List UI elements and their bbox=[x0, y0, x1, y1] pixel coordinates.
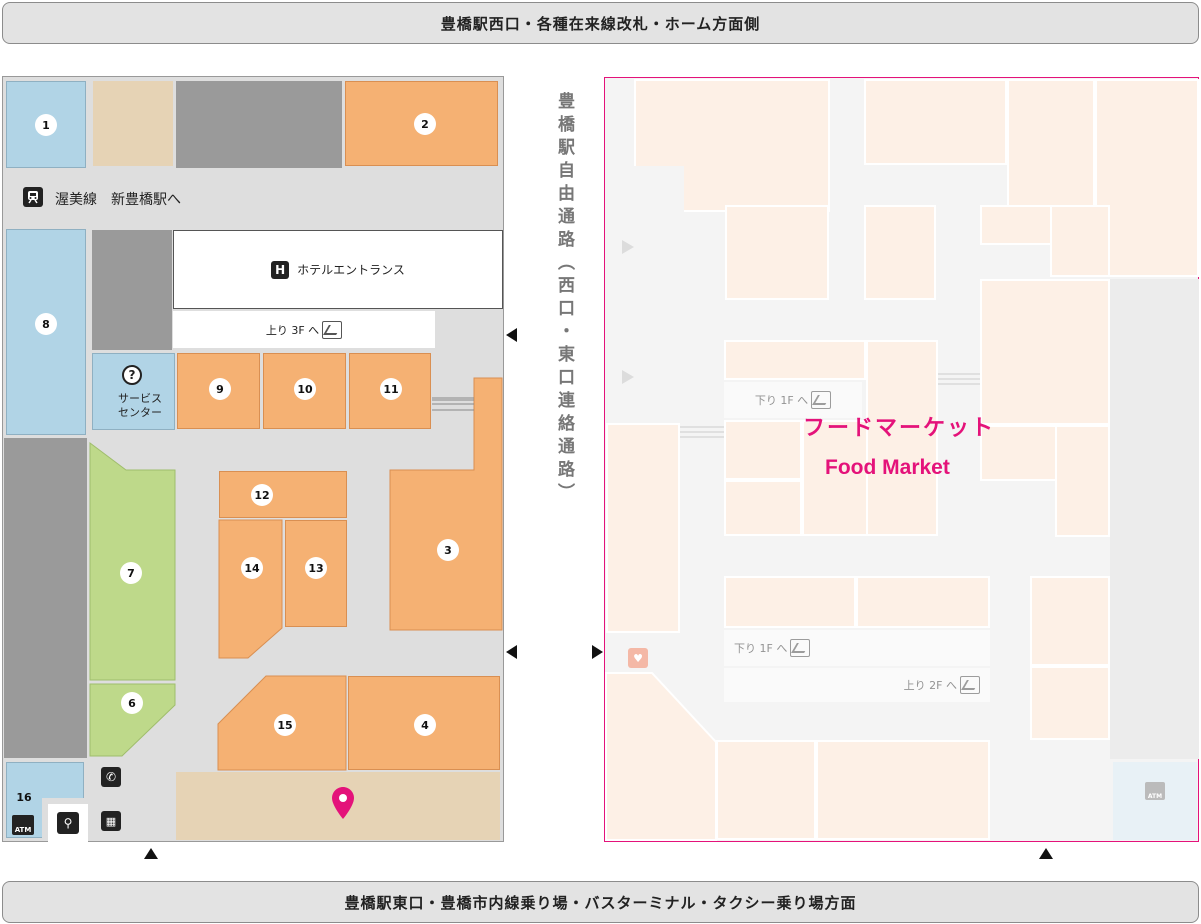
fm-atm-icon[interactable]: ATM bbox=[1145, 782, 1165, 800]
fm-escalator-down-1f-a-label: 下り 1F へ bbox=[754, 394, 809, 407]
escalator-icon bbox=[960, 676, 980, 694]
fm-shapes bbox=[605, 240, 980, 841]
fm-atm-area bbox=[1113, 762, 1197, 840]
bottom-arrow-right bbox=[1039, 848, 1053, 859]
fm-atm-label: ATM bbox=[1147, 793, 1163, 800]
escalator-icon bbox=[811, 391, 832, 409]
bottom-banner-label: 豊橋駅東口・豊橋市内線乗り場・バスターミナル・タクシー乗り場方面 bbox=[344, 893, 857, 912]
fm-escalator-down-1f-b-label: 下り 1F へ bbox=[734, 642, 788, 655]
food-market-title-en: Food Market bbox=[825, 456, 950, 479]
fm-escalator-up-2f-label: 上り 2F へ bbox=[903, 679, 957, 692]
aed-icon: ♥ bbox=[628, 648, 648, 668]
bottom-direction-banner: 豊橋駅東口・豊橋市内線乗り場・バスターミナル・タクシー乗り場方面 bbox=[2, 881, 1199, 923]
fm-escalator-down-1f-b[interactable]: 下り 1F へ bbox=[724, 630, 990, 666]
escalator-icon bbox=[790, 639, 811, 657]
fm-shop-x bbox=[605, 672, 717, 841]
food-market-title-jp: フードマーケット bbox=[803, 416, 996, 441]
fm-escalator-up-2f[interactable]: 上り 2F へ bbox=[724, 668, 990, 702]
